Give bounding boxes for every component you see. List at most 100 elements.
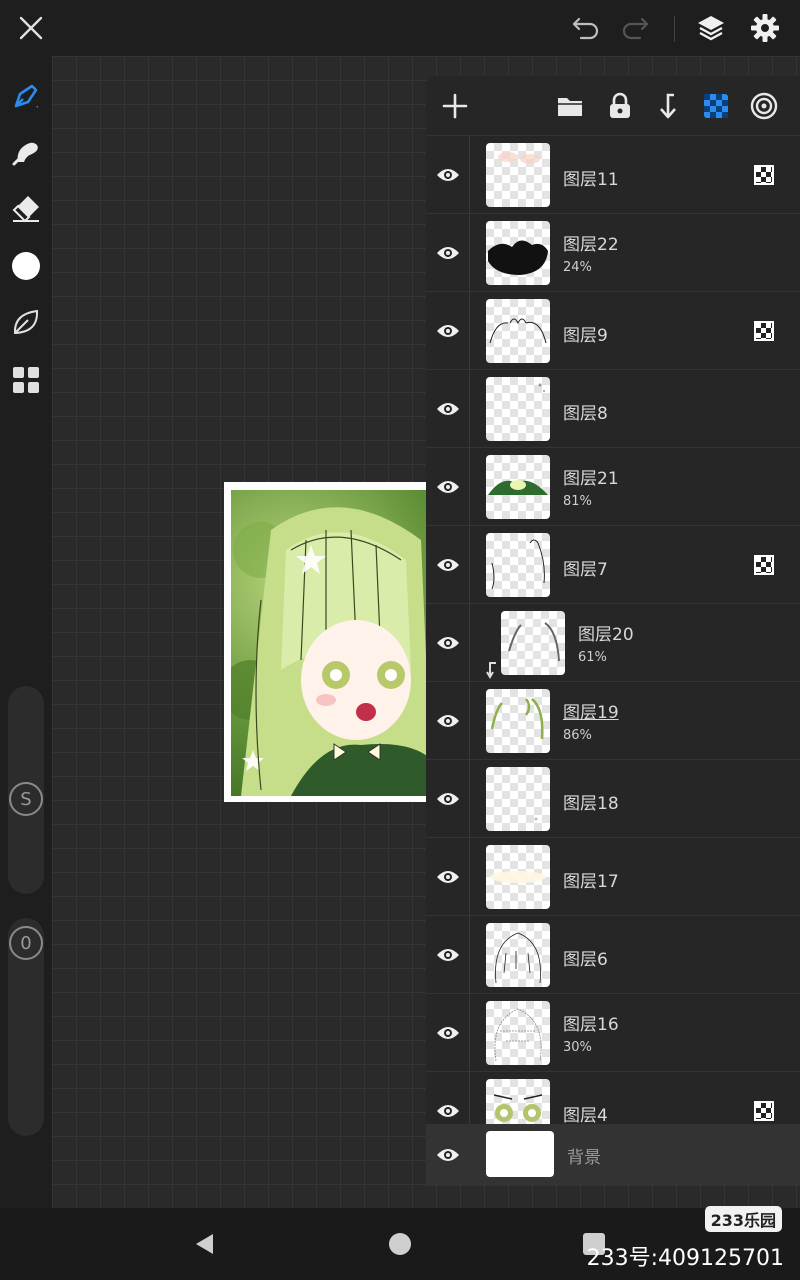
settings-icon[interactable] [747, 10, 783, 46]
layer-row[interactable]: 图层19 86% [426, 682, 800, 760]
layers-panel: 图层11 图层22 24% 图层9 图层8 图层21 81% 图层7 图层20 61% 图层19 86… [426, 76, 800, 1186]
brush-opacity-handle[interactable]: 0 [9, 926, 43, 960]
blend-mode-icon[interactable] [754, 321, 774, 341]
blend-mode-icon[interactable] [754, 165, 774, 185]
eye-icon[interactable] [435, 943, 461, 967]
layer-row[interactable]: 图层9 [426, 292, 800, 370]
eye-icon[interactable] [435, 787, 461, 811]
layer-name: 图层20 [578, 625, 634, 645]
smudge-icon[interactable] [6, 132, 46, 172]
layers-icon[interactable] [693, 10, 729, 46]
layer-name: 图层9 [563, 326, 608, 346]
layer-row[interactable]: 图层18 [426, 760, 800, 838]
merge-down-icon[interactable] [650, 88, 686, 124]
eye-icon[interactable] [435, 1021, 461, 1045]
blend-mode-icon[interactable] [754, 1101, 774, 1121]
layer-opacity: 30% [563, 1040, 592, 1055]
layer-opacity: 24% [563, 260, 592, 275]
eye-icon[interactable] [435, 397, 461, 421]
eye-icon[interactable] [435, 709, 461, 733]
home-icon[interactable] [389, 1233, 411, 1255]
left-toolbar: S 0 [0, 56, 52, 1208]
layer-thumbnail [486, 299, 550, 363]
layer-name: 图层19 [563, 703, 619, 723]
watermark-id: 233号:409125701 [586, 1246, 784, 1271]
layer-thumbnail [486, 845, 550, 909]
layer-row[interactable]: 图层6 [426, 916, 800, 994]
layer-row[interactable]: 图层20 61% [426, 604, 800, 682]
divider [674, 16, 675, 42]
reference-icon[interactable] [746, 88, 782, 124]
layer-row[interactable]: 图层7 [426, 526, 800, 604]
artwork[interactable] [224, 482, 432, 802]
layer-thumbnail [486, 1131, 554, 1177]
color-icon[interactable] [6, 246, 46, 286]
layer-thumbnail [486, 689, 550, 753]
layer-thumbnail [501, 611, 565, 675]
layer-name: 图层4 [563, 1106, 608, 1124]
layers-toolbar [426, 76, 800, 136]
brush-size-label: S [20, 788, 32, 810]
eye-icon[interactable] [435, 241, 461, 265]
layer-opacity: 86% [563, 728, 592, 743]
transparency-icon[interactable] [698, 88, 734, 124]
layer-name: 图层16 [563, 1015, 619, 1035]
layer-thumbnail [486, 143, 550, 207]
layer-thumbnail [486, 455, 550, 519]
eye-icon[interactable] [435, 319, 461, 343]
screen: S 0 图层11 图层22 24% 图层9 图层8 图层21 81% 图层7 图… [0, 0, 800, 1280]
brush-opacity-label: 0 [20, 932, 32, 954]
leaf-icon[interactable] [6, 302, 46, 342]
layer-name: 图层17 [563, 872, 619, 892]
add-layer-icon[interactable] [437, 88, 473, 124]
layer-thumbnail [486, 923, 550, 987]
background-layer[interactable]: 背景 [426, 1124, 800, 1186]
layer-row[interactable]: 图层22 24% [426, 214, 800, 292]
eye-icon[interactable] [435, 1143, 461, 1167]
eye-icon[interactable] [435, 475, 461, 499]
layer-list[interactable]: 图层11 图层22 24% 图层9 图层8 图层21 81% 图层7 图层20 61% 图层19 86… [426, 136, 800, 1124]
layer-thumbnail [486, 1001, 550, 1065]
layer-name: 图层22 [563, 235, 619, 255]
back-icon[interactable] [193, 1232, 217, 1260]
layer-opacity: 61% [578, 650, 607, 665]
artwork-image [231, 490, 432, 796]
grid-icon[interactable] [6, 360, 46, 400]
eye-icon[interactable] [435, 553, 461, 577]
eraser-icon[interactable] [6, 188, 46, 228]
lock-icon[interactable] [602, 88, 638, 124]
layer-opacity: 81% [563, 494, 592, 509]
layer-row[interactable]: 图层21 81% [426, 448, 800, 526]
layer-thumbnail [486, 221, 550, 285]
layer-name: 图层6 [563, 950, 608, 970]
layer-name: 图层21 [563, 469, 619, 489]
brush-icon[interactable] [6, 76, 46, 116]
top-bar [0, 0, 800, 56]
layer-row[interactable]: 图层17 [426, 838, 800, 916]
eye-icon[interactable] [435, 163, 461, 187]
eye-icon[interactable] [435, 865, 461, 889]
blend-mode-icon[interactable] [754, 555, 774, 575]
layer-row[interactable]: 图层4 [426, 1072, 800, 1124]
layer-row[interactable]: 图层8 [426, 370, 800, 448]
folder-icon[interactable] [552, 88, 588, 124]
watermark-logo: 233乐园 [704, 1206, 782, 1232]
layer-name: 图层7 [563, 560, 608, 580]
layer-row[interactable]: 图层16 30% [426, 994, 800, 1072]
redo-icon[interactable] [617, 10, 653, 46]
layer-name: 图层8 [563, 404, 608, 424]
layer-name: 图层18 [563, 794, 619, 814]
undo-icon[interactable] [568, 10, 604, 46]
brush-size-handle[interactable]: S [9, 782, 43, 816]
eye-icon[interactable] [435, 1099, 461, 1123]
layer-thumbnail [486, 767, 550, 831]
layer-name: 图层11 [563, 170, 619, 190]
layer-thumbnail [486, 1079, 550, 1124]
eye-icon[interactable] [435, 631, 461, 655]
background-label: 背景 [567, 1148, 601, 1168]
clipping-arrow-icon [486, 660, 500, 684]
close-icon[interactable] [13, 10, 49, 46]
layer-thumbnail [486, 533, 550, 597]
layer-thumbnail [486, 377, 550, 441]
layer-row[interactable]: 图层11 [426, 136, 800, 214]
